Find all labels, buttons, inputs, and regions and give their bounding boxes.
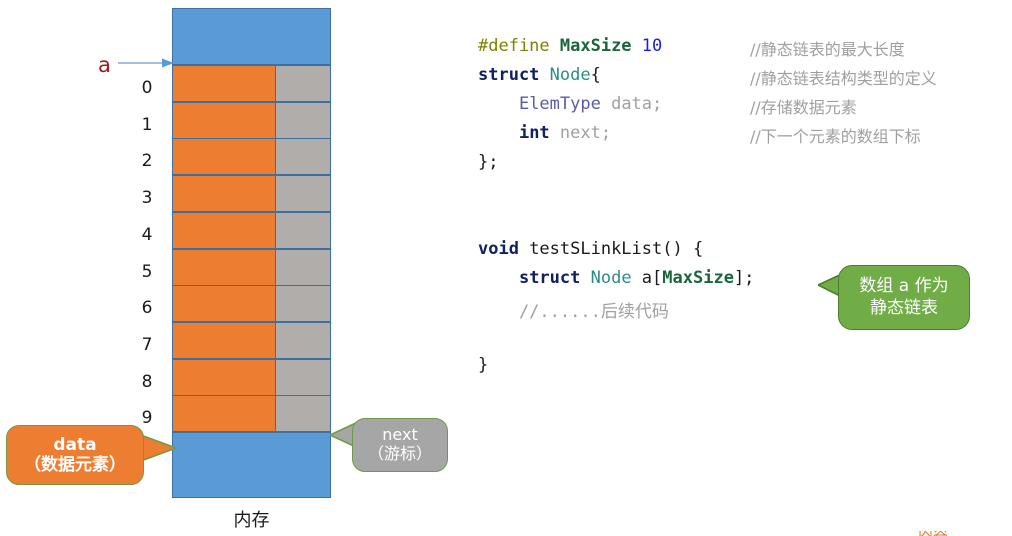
code-token: testSLinkList() { <box>529 239 704 259</box>
code-comment: //下一个元素的数组下标 <box>750 127 921 146</box>
code-token: MaxSize <box>662 268 734 288</box>
cell-data <box>172 395 276 433</box>
code-line: } <box>478 355 1012 384</box>
row-index-label: 3 <box>141 188 153 209</box>
row-index-label: 1 <box>141 114 153 135</box>
cell-next <box>276 321 331 359</box>
cell-next <box>276 358 331 396</box>
next-callout: next （游标） <box>352 418 448 472</box>
cell-data <box>172 358 276 396</box>
memory-caption: 内存 <box>233 510 270 531</box>
code-token: struct <box>478 65 550 85</box>
memory-row <box>172 101 331 139</box>
cell-data <box>172 138 276 176</box>
cell-next <box>276 65 331 102</box>
row-index-label: 2 <box>141 151 153 172</box>
code-comment: //存储数据元素 <box>750 98 857 117</box>
memory-region-below <box>172 432 331 498</box>
cell-data <box>172 101 276 139</box>
cell-data <box>172 211 276 249</box>
code-token: Node <box>590 268 642 288</box>
memory-row <box>172 358 331 396</box>
code-token: ElemType <box>518 94 612 114</box>
cell-next <box>276 211 331 249</box>
row-index-label: 5 <box>141 261 153 282</box>
code-comment: //静态链表的最大长度 <box>750 40 905 59</box>
code-line: ElemType data; //存储数据元素 <box>478 94 1012 123</box>
row-index-label: 9 <box>141 408 153 429</box>
memory-row <box>172 321 331 359</box>
code-listing: #define MaxSize 10 //静态链表的最大长度 struct Node… <box>478 36 1012 384</box>
code-token: } <box>478 355 489 375</box>
memory-row <box>172 285 331 323</box>
row-index-label: 0 <box>141 78 153 98</box>
array-callout-line2: 静态链表 <box>870 297 938 318</box>
code-token: next; <box>559 123 612 143</box>
memory-diagram: a data （数据元素） next （游标） 内存 0 1 2 3 4 5 6 7 8 9 <box>0 0 470 536</box>
code-line: }; <box>478 152 1012 181</box>
cell-next <box>276 395 331 433</box>
cell-data <box>172 65 276 102</box>
code-token: #define <box>478 36 560 56</box>
corner-cutoff-mark: 内容 <box>918 531 958 536</box>
memory-region-above <box>172 8 331 65</box>
next-callout-subtitle: （游标） <box>367 444 432 463</box>
code-token: MaxSize <box>559 36 642 56</box>
cell-next <box>276 285 331 323</box>
code-token: data; <box>611 94 663 114</box>
row-index-label: 6 <box>141 298 153 319</box>
cell-next <box>276 248 331 286</box>
cell-data <box>172 321 276 359</box>
memory-row <box>172 395 331 433</box>
code-token: int <box>518 123 560 143</box>
code-line: int next; //下一个元素的数组下标 <box>478 123 1012 152</box>
code-token: Node <box>549 65 591 85</box>
code-token: //......后续代码 <box>478 302 669 322</box>
cell-data <box>172 285 276 323</box>
row-index-label: 4 <box>141 224 153 245</box>
code-token: void <box>478 239 530 259</box>
memory-row <box>172 65 331 102</box>
pointer-arrow-icon <box>118 58 174 68</box>
code-comment: //静态链表结构类型的定义 <box>750 69 937 88</box>
memory-row <box>172 248 331 286</box>
code-token: a[ <box>641 268 663 288</box>
cell-next <box>276 138 331 176</box>
cell-next <box>276 101 331 139</box>
memory-row <box>172 175 331 213</box>
cell-data <box>172 248 276 286</box>
data-callout-title: data <box>53 434 97 455</box>
code-token: { <box>590 65 601 85</box>
cell-data <box>172 175 276 213</box>
row-index-label: 7 <box>141 334 153 355</box>
data-callout-subtitle: （数据元素） <box>24 455 126 475</box>
memory-row <box>172 138 331 176</box>
row-index-label: 8 <box>141 371 153 392</box>
code-line: struct Node{ //静态链表结构类型的定义 <box>478 65 1012 94</box>
array-callout: 数组 a 作为 静态链表 <box>838 265 970 330</box>
code-token: struct <box>518 268 591 288</box>
next-callout-title: next <box>382 425 418 445</box>
code-token: ]; <box>733 268 755 288</box>
code-token: 10 <box>641 36 663 56</box>
code-token: }; <box>478 152 499 172</box>
static-linked-list-array <box>172 65 331 433</box>
cell-next <box>276 175 331 213</box>
data-callout: data （数据元素） <box>6 425 144 485</box>
memory-row <box>172 211 331 249</box>
code-line: #define MaxSize 10 //静态链表的最大长度 <box>478 36 1012 65</box>
code-line: void testSLinkList() { <box>478 239 1012 268</box>
array-callout-line1: 数组 a 作为 <box>859 276 949 297</box>
pointer-label-a: a <box>98 53 111 77</box>
